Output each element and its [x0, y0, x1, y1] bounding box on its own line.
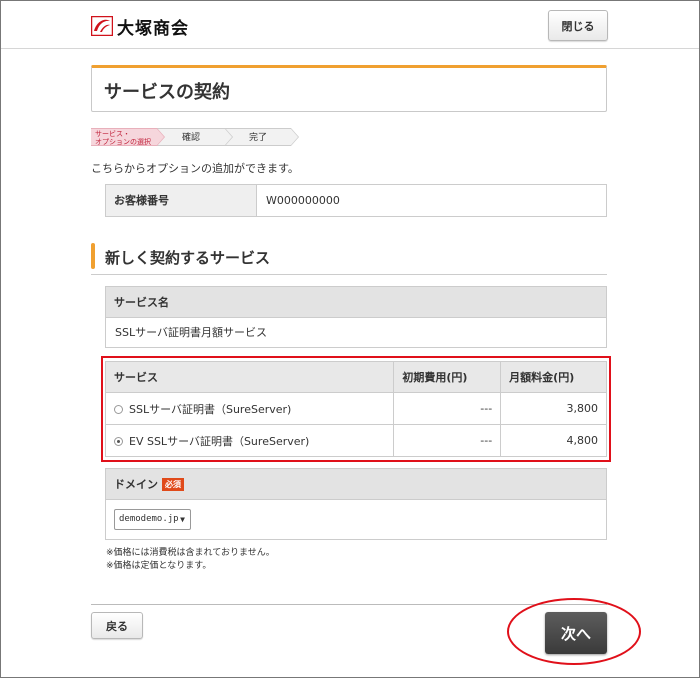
step-label-line1: サービス・ — [95, 130, 130, 138]
page-title: サービスの契約 — [104, 82, 230, 103]
step-indicator: サービス・ オプションの選択 確認 完了 — [91, 128, 299, 146]
otsuka-logo-icon — [91, 16, 113, 36]
customer-number-table: お客様番号 W000000000 — [105, 184, 607, 217]
required-badge: 必須 — [162, 477, 184, 491]
highlight-ellipse — [507, 598, 641, 665]
step-confirm: 確認 — [157, 128, 233, 146]
logo: 大塚商会 — [91, 15, 189, 39]
note-list-price: ※価格は定価となります。 — [106, 561, 212, 571]
note-tax: ※価格には消費税は含まれておりません。 — [106, 548, 275, 558]
price-notes: ※価格には消費税は含まれておりません。 ※価格は定価となります。 — [106, 547, 275, 573]
footer-divider — [91, 604, 607, 605]
service-name-header: サービス名 — [106, 287, 606, 318]
domain-select[interactable]: demodemo.jp ▼ — [114, 509, 191, 530]
customer-number-label: お客様番号 — [106, 185, 257, 216]
page-title-box: サービスの契約 — [91, 65, 607, 112]
customer-number-value: W000000000 — [266, 194, 340, 207]
step-service-option-select: サービス・ オプションの選択 — [91, 128, 165, 146]
service-name-value: SSLサーバ証明書月額サービス — [115, 326, 267, 339]
chevron-down-icon: ▼ — [180, 515, 185, 524]
domain-table: ドメイン 必須 demodemo.jp ▼ — [105, 468, 607, 540]
section-heading: 新しく契約するサービス — [91, 241, 607, 275]
service-name-table: サービス名 SSLサーバ証明書月額サービス — [105, 286, 607, 348]
domain-header: ドメイン 必須 — [106, 469, 606, 500]
close-button[interactable]: 閉じる — [548, 10, 608, 41]
step-complete: 完了 — [225, 128, 299, 146]
section-title: 新しく契約するサービス — [105, 249, 271, 267]
logo-text: 大塚商会 — [117, 18, 189, 39]
back-button[interactable]: 戻る — [91, 612, 143, 639]
section-accent-bar — [91, 243, 95, 269]
domain-selected-value: demodemo.jp — [119, 514, 179, 524]
intro-text: こちらからオプションの追加ができます。 — [91, 162, 299, 175]
highlight-box — [101, 356, 611, 462]
step-label-line2: オプションの選択 — [95, 138, 151, 146]
top-bar: 大塚商会 閉じる — [1, 1, 699, 49]
domain-label: ドメイン — [114, 477, 158, 491]
